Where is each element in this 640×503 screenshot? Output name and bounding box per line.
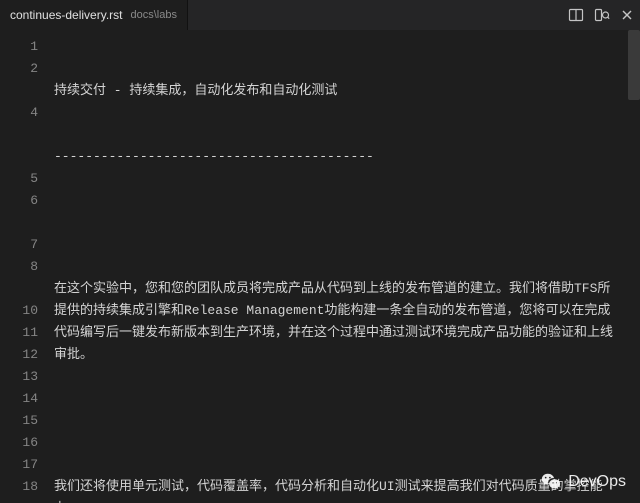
tabbar-actions (568, 7, 634, 23)
tab-filename: continues-delivery.rst (10, 8, 123, 22)
tab-filepath: docs\labs (131, 9, 177, 21)
split-editor-icon[interactable] (568, 7, 584, 23)
editor-area[interactable]: 1 2 4 5 6 7 8 10 11 12 13 14 15 16 17 18… (0, 30, 640, 503)
tab-active[interactable]: continues-delivery.rst docs\labs (0, 0, 188, 30)
scrollbar[interactable] (628, 30, 640, 503)
code-line: 我们还将使用单元测试，代码覆盖率，代码分析和自动化UI测试来提高我们对代码质量的… (54, 476, 620, 503)
code-line (54, 212, 620, 234)
preview-icon[interactable] (594, 7, 610, 23)
tab-bar: continues-delivery.rst docs\labs (0, 0, 640, 30)
code-line (54, 410, 620, 432)
code-content[interactable]: 持续交付 - 持续集成，自动化发布和自动化测试 ----------------… (54, 30, 628, 503)
close-icon[interactable] (620, 8, 634, 22)
line-number-gutter: 1 2 4 5 6 7 8 10 11 12 13 14 15 16 17 18… (0, 30, 54, 503)
code-line: 持续交付 - 持续集成，自动化发布和自动化测试 (54, 80, 620, 102)
scrollbar-thumb[interactable] (628, 30, 640, 100)
code-line: 在这个实验中，您和您的团队成员将完成产品从代码到上线的发布管道的建立。我们将借助… (54, 278, 620, 366)
code-line: ----------------------------------------… (54, 146, 620, 168)
